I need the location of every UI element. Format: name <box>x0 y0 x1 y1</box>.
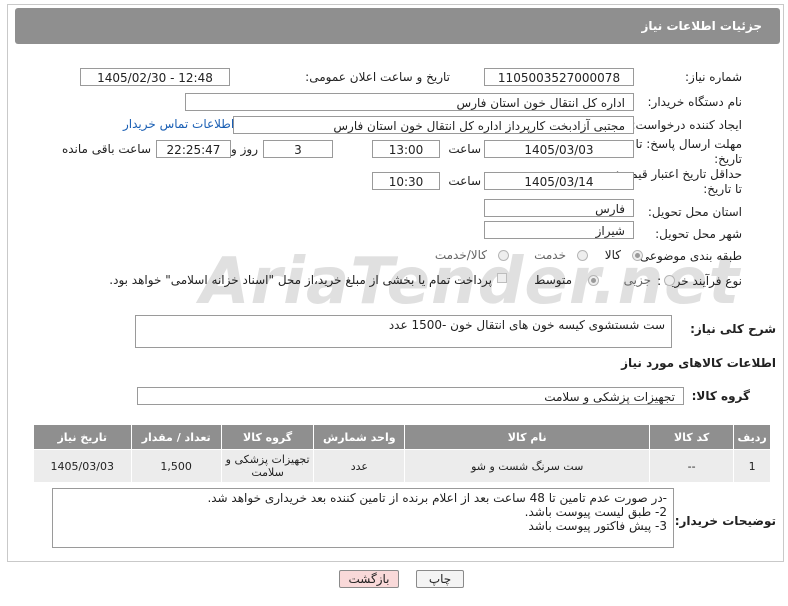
price-deadline-label: حداقل تاریخ اعتبار قیمت: <box>615 167 742 181</box>
city-label: شهر محل تحویل: <box>655 227 742 241</box>
cell-unit: عدد <box>313 449 406 483</box>
announce-label: تاریخ و ساعت اعلان عمومی: <box>305 70 450 84</box>
col-need-date: تاریخ نیاز <box>33 424 132 450</box>
category-option-service: خدمت <box>534 248 566 262</box>
cell-row-number: 1 <box>733 449 771 483</box>
price-deadline-label-2: تا تاریخ: <box>703 182 742 196</box>
buyer-note-line-2: 2- طبق لیست پیوست باشد. <box>524 505 667 519</box>
category-option-goods-service: کالا/خدمت <box>434 248 487 262</box>
category-radio-service[interactable] <box>577 250 588 261</box>
days-remaining-field[interactable]: 3 <box>263 140 333 158</box>
category-option-goods: کالا <box>604 248 621 262</box>
reply-time-field[interactable]: 13:00 <box>372 140 440 158</box>
treasury-checkbox[interactable] <box>497 273 507 283</box>
col-quantity: تعداد / مقدار <box>130 424 222 450</box>
description-textarea[interactable]: ست شستشوی کیسه خون های انتقال خون -1500 … <box>135 315 672 348</box>
cell-code: -- <box>649 449 735 483</box>
days-label: روز و <box>231 142 258 156</box>
col-row: ردیف <box>733 424 771 450</box>
goods-group-label: گروه کالا: <box>691 389 750 403</box>
reply-deadline-label: مهلت ارسال پاسخ: تا <box>635 137 742 151</box>
page-title: جزئیات اطلاعات نیاز <box>641 19 762 33</box>
print-button[interactable]: چاپ <box>416 570 464 588</box>
reply-time-label: ساعت <box>448 142 481 156</box>
table-row[interactable]: 1405/03/03 1,500 تجهیزات پزشکی و سلامت ع… <box>33 449 771 483</box>
category-radio-goods[interactable] <box>632 250 643 261</box>
buyer-label: نام دستگاه خریدار: <box>647 95 743 109</box>
city-field[interactable]: شیراز <box>484 221 634 239</box>
category-radio-goods-service[interactable] <box>498 250 509 261</box>
col-unit: واحد شمارش <box>313 424 406 450</box>
goods-table-header: تاریخ نیاز تعداد / مقدار گروه کالا واحد … <box>33 424 771 450</box>
price-time-label: ساعت <box>448 174 481 188</box>
time-remaining-field[interactable]: 22:25:47 <box>156 140 231 158</box>
back-button[interactable]: بازگشت <box>339 570 399 588</box>
creator-label: ایجاد کننده درخواست: <box>631 118 742 132</box>
buyer-notes-textarea[interactable]: -در صورت عدم تامین تا 48 ساعت بعد از اعل… <box>52 488 674 548</box>
col-name: نام کالا <box>404 424 651 450</box>
description-text: ست شستشوی کیسه خون های انتقال خون -1500 … <box>388 318 665 332</box>
province-field[interactable]: فارس <box>484 199 634 217</box>
purchase-option-medium: متوسط <box>534 273 572 287</box>
cell-need-date: 1405/03/03 <box>33 449 132 483</box>
col-group: گروه کالا <box>220 424 315 450</box>
goods-table: تاریخ نیاز تعداد / مقدار گروه کالا واحد … <box>33 424 771 483</box>
treasury-note: پرداخت تمام یا بخشی از مبلغ خرید،از محل … <box>109 273 492 287</box>
description-label: شرح کلی نیاز: <box>690 322 776 336</box>
cell-quantity: 1,500 <box>130 449 222 483</box>
page-header: جزئیات اطلاعات نیاز <box>15 8 780 44</box>
reply-deadline-label-2: تاریخ: <box>714 152 742 166</box>
reply-date-field[interactable]: 1405/03/03 <box>484 140 634 158</box>
purchase-radio-minor[interactable] <box>664 275 675 286</box>
col-code: کد کالا <box>649 424 735 450</box>
cell-group: تجهیزات پزشکی و سلامت <box>220 449 315 483</box>
buyer-note-line-1: -در صورت عدم تامین تا 48 ساعت بعد از اعل… <box>207 491 667 505</box>
price-time-field[interactable]: 10:30 <box>372 172 440 190</box>
buyer-note-line-3: 3- پیش فاکتور پیوست باشد <box>528 519 667 533</box>
goods-section-title: اطلاعات کالاهای مورد نیاز <box>621 356 776 370</box>
buyer-contact-link[interactable]: اطلاعات تماس خریدار <box>123 117 234 131</box>
category-label: طبقه بندی موضوعی: <box>635 249 742 263</box>
need-number-label: شماره نیاز: <box>685 70 742 84</box>
buyer-notes-label: توضیحات خریدار: <box>674 514 776 528</box>
purchase-radio-medium[interactable] <box>588 275 599 286</box>
creator-field[interactable]: مجتبی آزادبخت کارپرداز اداره کل انتقال خ… <box>233 116 634 134</box>
purchase-option-minor: جزیی <box>623 273 651 287</box>
goods-group-field[interactable]: تجهیزات پزشکی و سلامت <box>137 387 684 405</box>
cell-name: ست سرنگ شست و شو <box>404 449 651 483</box>
time-remaining-label: ساعت باقی مانده <box>61 142 151 156</box>
announce-field[interactable]: 1405/02/30 - 12:48 <box>80 68 230 86</box>
province-label: استان محل تحویل: <box>647 205 742 219</box>
buyer-field[interactable]: اداره کل انتقال خون استان فارس <box>185 93 634 111</box>
need-number-field[interactable]: 1105003527000078 <box>484 68 634 86</box>
price-date-field[interactable]: 1405/03/14 <box>484 172 634 190</box>
